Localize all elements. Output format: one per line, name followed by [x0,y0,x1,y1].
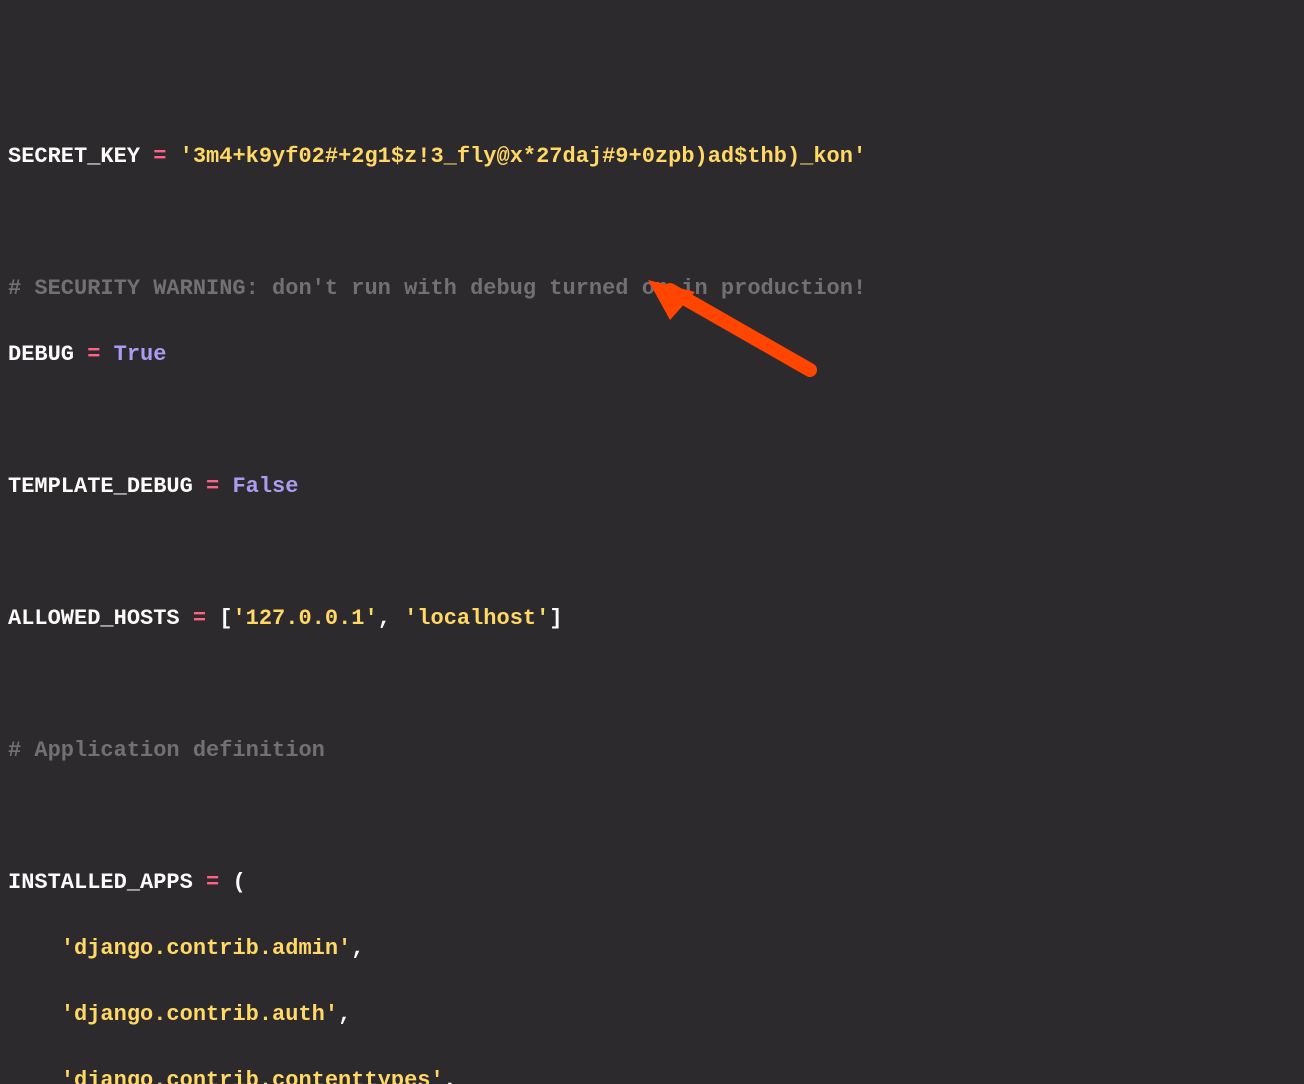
string-ip: '127.0.0.1' [232,606,377,631]
code-line-blank[interactable] [8,536,1296,569]
code-line-comment-security[interactable]: # SECURITY WARNING: don't run with debug… [8,272,1296,305]
code-line-template-debug[interactable]: TEMPLATE_DEBUG = False [8,470,1296,503]
open-bracket: [ [219,606,232,631]
code-line-allowed-hosts[interactable]: ALLOWED_HOSTS = ['127.0.0.1', 'localhost… [8,602,1296,635]
code-line-comment-app[interactable]: # Application definition [8,734,1296,767]
code-line-app2[interactable]: 'django.contrib.auth', [8,998,1296,1031]
comment-security: # SECURITY WARNING: don't run with debug… [8,276,866,301]
string-app-admin: 'django.contrib.admin' [61,936,351,961]
comma: , [351,936,364,961]
code-line-blank[interactable] [8,668,1296,701]
string-app-contenttypes: 'django.contrib.contenttypes' [61,1068,444,1084]
comma: , [378,606,404,631]
keyword-true: True [114,342,167,367]
code-line-app3[interactable]: 'django.contrib.contenttypes', [8,1064,1296,1084]
variable-allowed-hosts: ALLOWED_HOSTS [8,606,180,631]
string-localhost: 'localhost' [404,606,549,631]
code-line-debug[interactable]: DEBUG = True [8,338,1296,371]
string-app-auth: 'django.contrib.auth' [61,1002,338,1027]
comment-app-def: # Application definition [8,738,325,763]
assign-operator: = [140,144,180,169]
close-bracket: ] [549,606,562,631]
code-line-blank[interactable] [8,800,1296,833]
code-line-app1[interactable]: 'django.contrib.admin', [8,932,1296,965]
code-line-blank[interactable] [8,404,1296,437]
variable-debug: DEBUG [8,342,74,367]
variable-installed-apps: INSTALLED_APPS [8,870,193,895]
code-line-secret-key[interactable]: SECRET_KEY = '3m4+k9yf02#+2g1$z!3_fly@x*… [8,140,1296,173]
comma: , [444,1068,457,1084]
assign-operator: = [193,474,233,499]
code-line-installed-apps[interactable]: INSTALLED_APPS = ( [8,866,1296,899]
string-secret-key: '3m4+k9yf02#+2g1$z!3_fly@x*27daj#9+0zpb)… [180,144,867,169]
open-paren: ( [232,870,245,895]
assign-operator: = [74,342,114,367]
assign-operator: = [180,606,220,631]
assign-operator: = [193,870,233,895]
keyword-false: False [232,474,298,499]
code-line-blank[interactable] [8,206,1296,239]
variable-template-debug: TEMPLATE_DEBUG [8,474,193,499]
variable-secret-key: SECRET_KEY [8,144,140,169]
comma: , [338,1002,351,1027]
